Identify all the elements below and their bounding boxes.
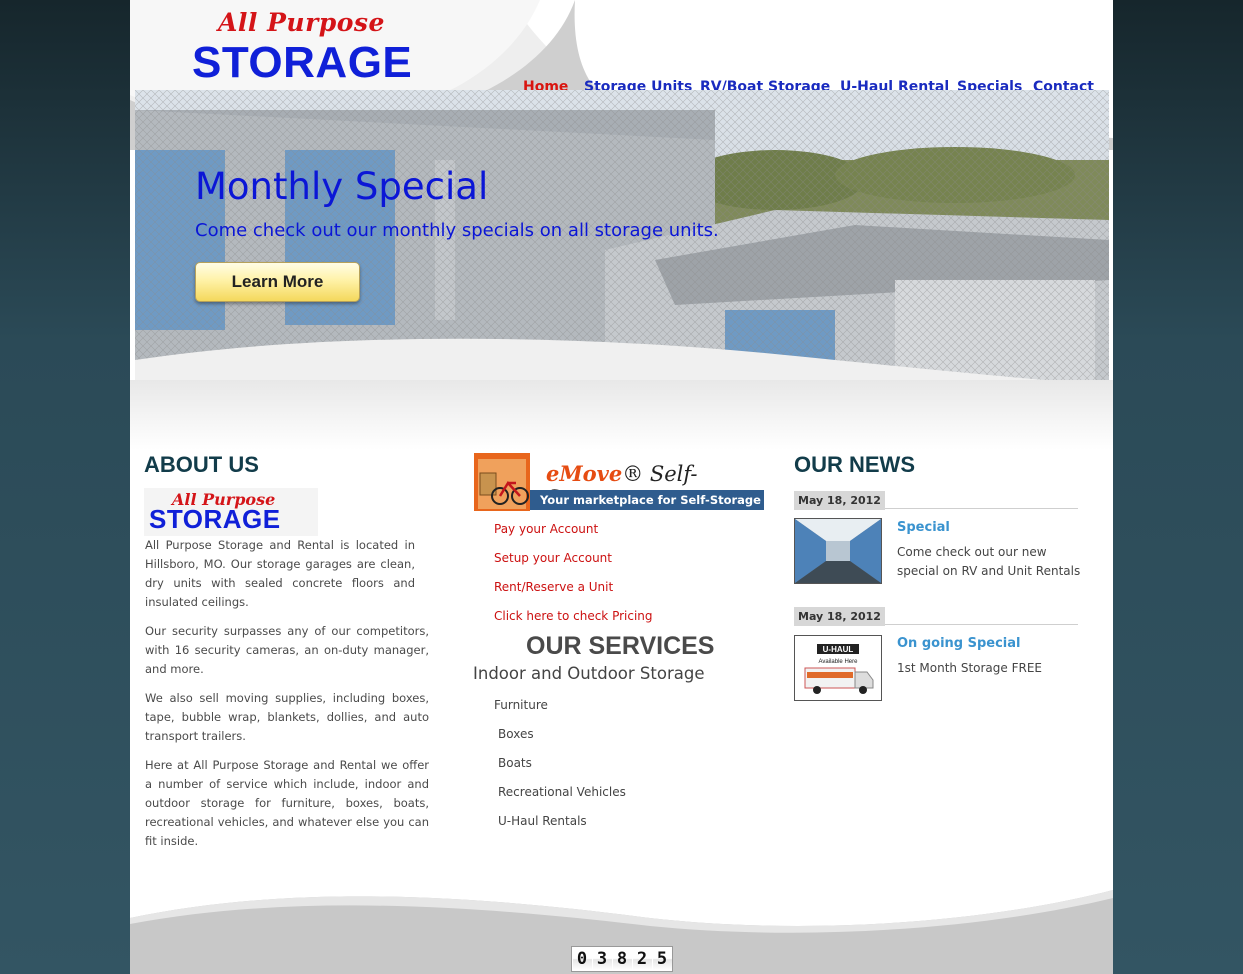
news-date-label: May 18, 2012 (794, 491, 885, 510)
news-date: May 18, 2012 (794, 605, 1078, 626)
hero-subtitle: Come check out our monthly specials on a… (195, 220, 719, 241)
counter-digit: 2 (632, 948, 652, 970)
news-item-text: 1st Month Storage FREE (897, 661, 1043, 675)
services-subtitle: Indoor and Outdoor Storage (473, 664, 705, 683)
setup-account-link[interactable]: Setup your Account (494, 551, 612, 565)
counter-digit: 5 (652, 948, 672, 970)
learn-more-button[interactable]: Learn More (195, 262, 360, 302)
about-title: ABOUT US (144, 452, 259, 477)
service-item: Furniture (494, 698, 548, 712)
storage-unit-bicycle-icon (474, 453, 530, 511)
service-item: Boats (498, 756, 532, 770)
about-paragraph: Our security surpasses any of our compet… (145, 624, 429, 676)
hero-bottom-swoosh (130, 380, 1113, 450)
service-item: U-Haul Rentals (498, 814, 587, 828)
rent-reserve-link[interactable]: Rent/Reserve a Unit (494, 580, 613, 594)
storage-hallway-photo-icon[interactable] (794, 518, 882, 584)
about-logo: All Purpose STORAGE (144, 488, 318, 536)
site-logo[interactable]: All Purpose STORAGE (190, 8, 412, 87)
about-paragraph: Here at All Purpose Storage and Rental w… (145, 758, 429, 848)
uhaul-thumb-caption: Available Here (819, 659, 859, 665)
pay-account-link[interactable]: Pay your Account (494, 522, 598, 536)
about-paragraph: All Purpose Storage and Rental is locate… (145, 538, 415, 609)
counter-digit: 8 (612, 948, 632, 970)
uhaul-thumb-label: U-HAUL (823, 645, 854, 654)
counter-digit: 0 (572, 948, 592, 970)
services-title: OUR SERVICES (526, 632, 715, 660)
news-date: May 18, 2012 (794, 489, 1078, 510)
about-paragraph: We also sell moving supplies, including … (145, 691, 429, 743)
hero-title: Monthly Special (195, 165, 489, 208)
check-pricing-link[interactable]: Click here to check Pricing (494, 609, 653, 623)
emove-logo-e: eMove (546, 461, 623, 486)
uhaul-truck-photo: U-HAUL Available Here (795, 636, 881, 700)
counter-digit: 3 (592, 948, 612, 970)
visitor-counter: 0 3 8 2 5 (571, 946, 673, 972)
news-date-label: May 18, 2012 (794, 607, 885, 626)
service-item: Recreational Vehicles (498, 785, 626, 799)
storage-hallway-photo (795, 519, 881, 583)
service-item: Boxes (498, 727, 534, 741)
logo-main-text: STORAGE (192, 38, 413, 87)
hero-banner: Monthly Special Come check out our month… (135, 90, 1109, 390)
emove-tagline: Your marketplace for Self-Storage (530, 490, 764, 510)
news-item-title[interactable]: Special (897, 520, 950, 535)
news-item-text: Come check out our new special on RV and… (897, 545, 1081, 578)
logo-script-text: All Purpose (218, 8, 385, 37)
about-logo-main: STORAGE (149, 504, 281, 534)
news-item-title[interactable]: On going Special (897, 636, 1021, 651)
uhaul-truck-photo-icon[interactable]: U-HAUL Available Here (794, 635, 882, 701)
news-title: OUR NEWS (794, 452, 915, 477)
emove-banner[interactable]: eMove® Self-Storage Your marketplace for… (470, 451, 764, 511)
page-container: All Purpose STORAGE Home Storage Units R… (130, 0, 1113, 974)
